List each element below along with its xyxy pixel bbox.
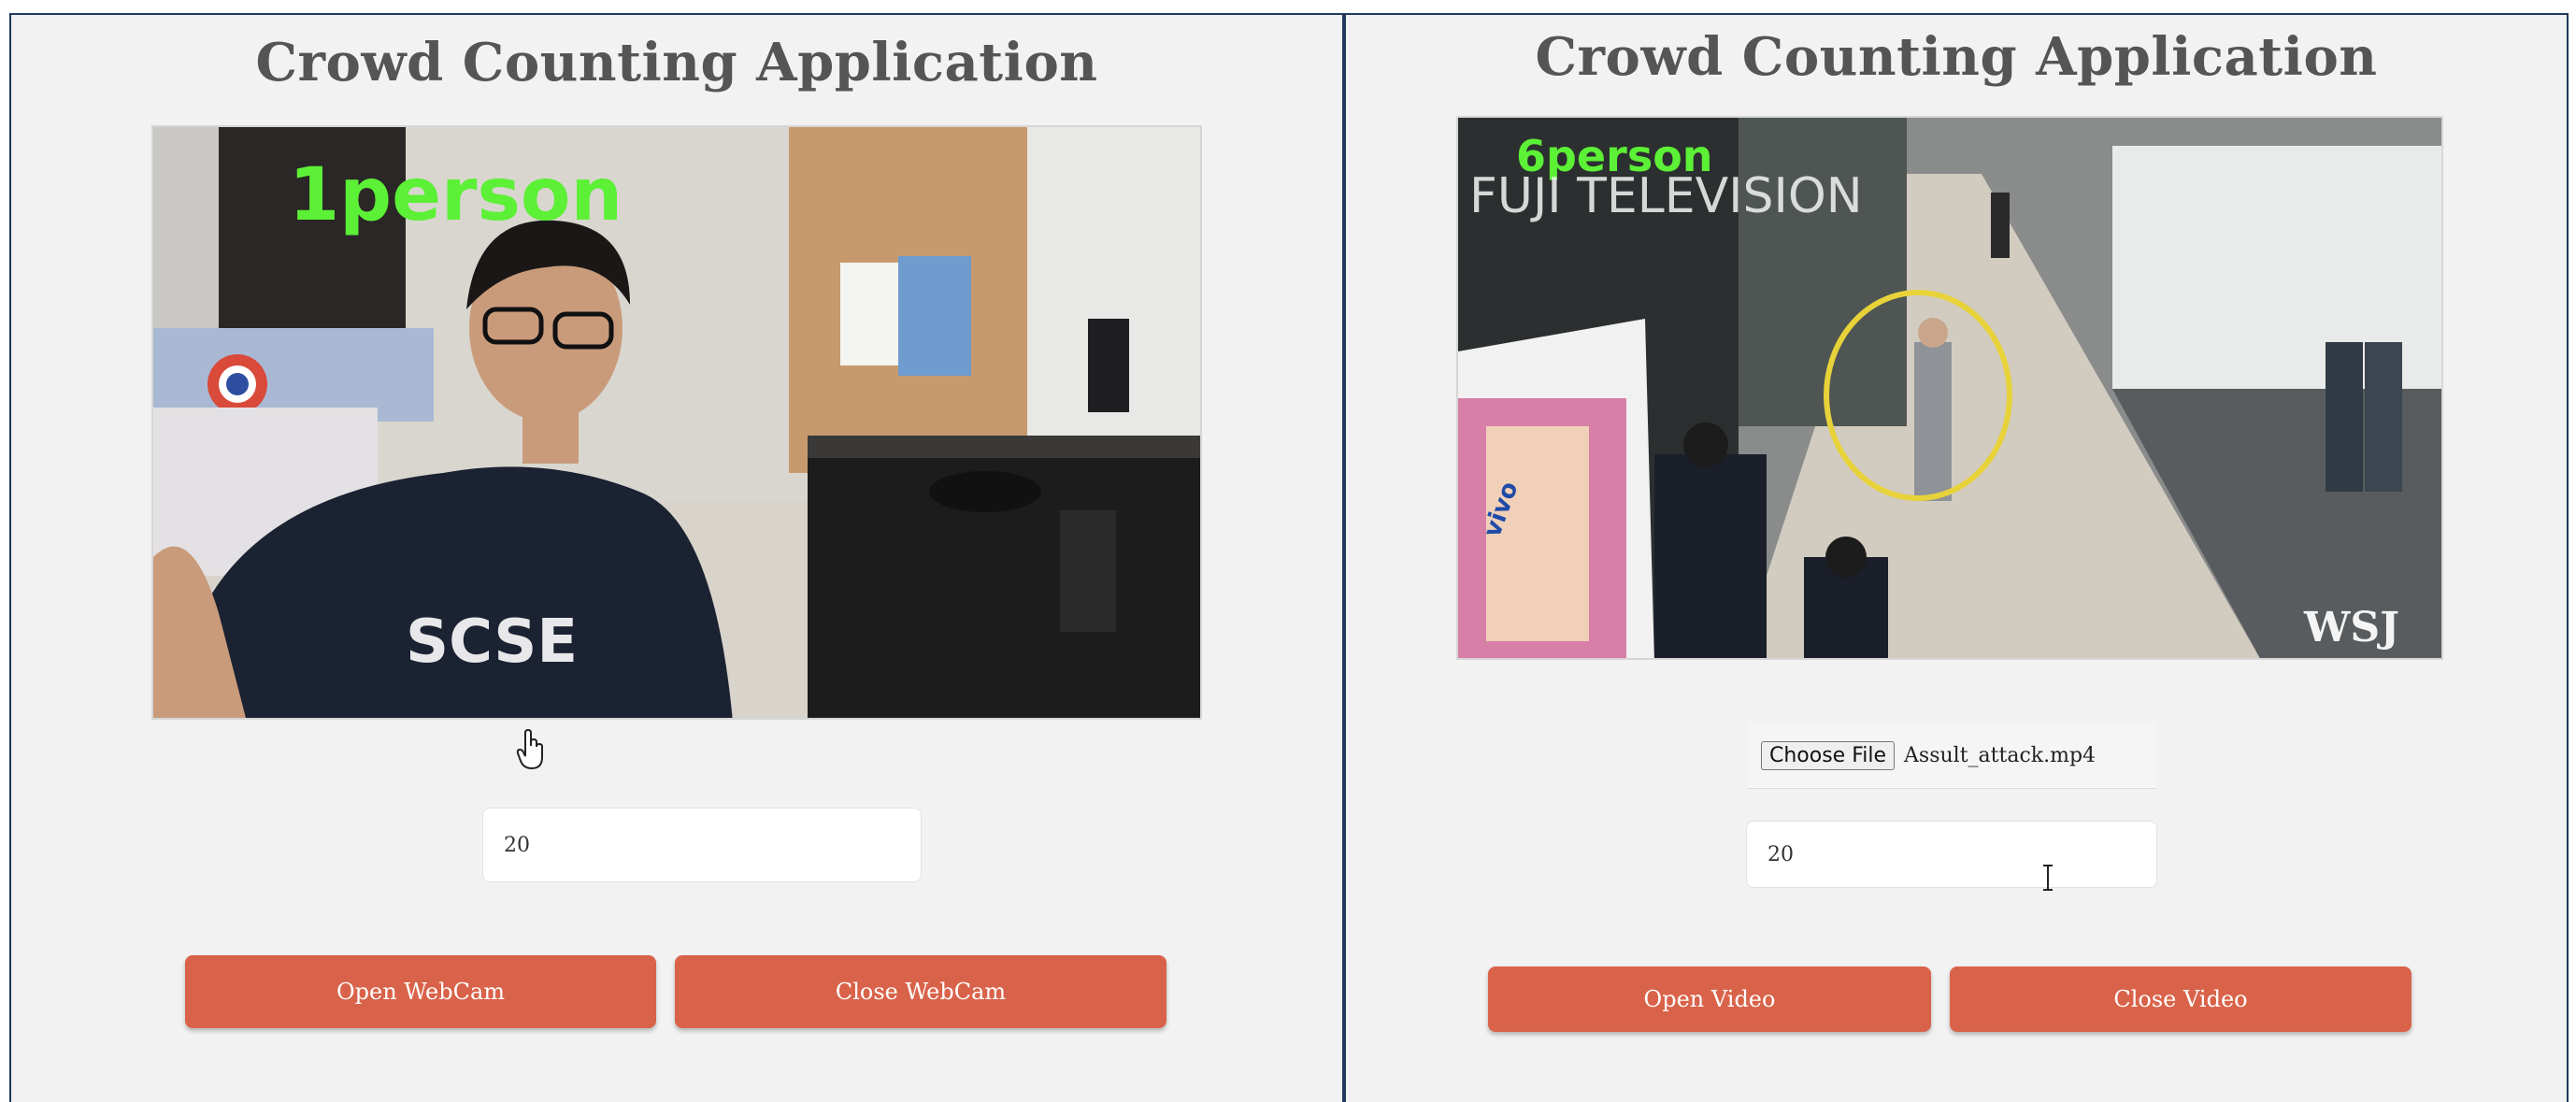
close-video-button[interactable]: Close Video xyxy=(1950,966,2411,1032)
webcam-feed: SCSE 1person xyxy=(151,125,1202,720)
open-webcam-button[interactable]: Open WebCam xyxy=(185,955,656,1028)
count-threshold-input[interactable]: 20 xyxy=(482,808,922,882)
wsj-watermark: WSJ xyxy=(2303,604,2399,651)
file-chooser[interactable]: Choose File Assult_attack.mp4 xyxy=(1748,723,2155,789)
close-webcam-button[interactable]: Close WebCam xyxy=(675,955,1166,1028)
count-threshold-input[interactable]: 20 xyxy=(1746,821,2157,888)
video-feed: vivo WSJ 6person FUJI TELEVISION xyxy=(1456,116,2443,660)
broadcaster-watermark: FUJI TELEVISION xyxy=(1469,168,1863,224)
page-title: Crowd Counting Application xyxy=(255,32,1098,93)
person-count-overlay: 1person xyxy=(289,153,623,237)
shirt-logo: SCSE xyxy=(406,608,578,677)
page-title: Crowd Counting Application xyxy=(1535,26,2378,88)
choose-file-button[interactable]: Choose File xyxy=(1761,741,1896,770)
open-video-button[interactable]: Open Video xyxy=(1488,966,1931,1032)
webcam-panel: Crowd Counting Application SCSE 1person … xyxy=(9,13,1344,1102)
text-cursor-icon xyxy=(2041,864,2054,892)
count-threshold-value: 20 xyxy=(504,833,530,857)
selected-file-name: Assult_attack.mp4 xyxy=(1904,744,2097,767)
count-threshold-value: 20 xyxy=(1767,842,1794,866)
hand-cursor-icon xyxy=(516,728,548,770)
video-panel: Crowd Counting Application vivo WSJ 6per… xyxy=(1344,13,2569,1102)
